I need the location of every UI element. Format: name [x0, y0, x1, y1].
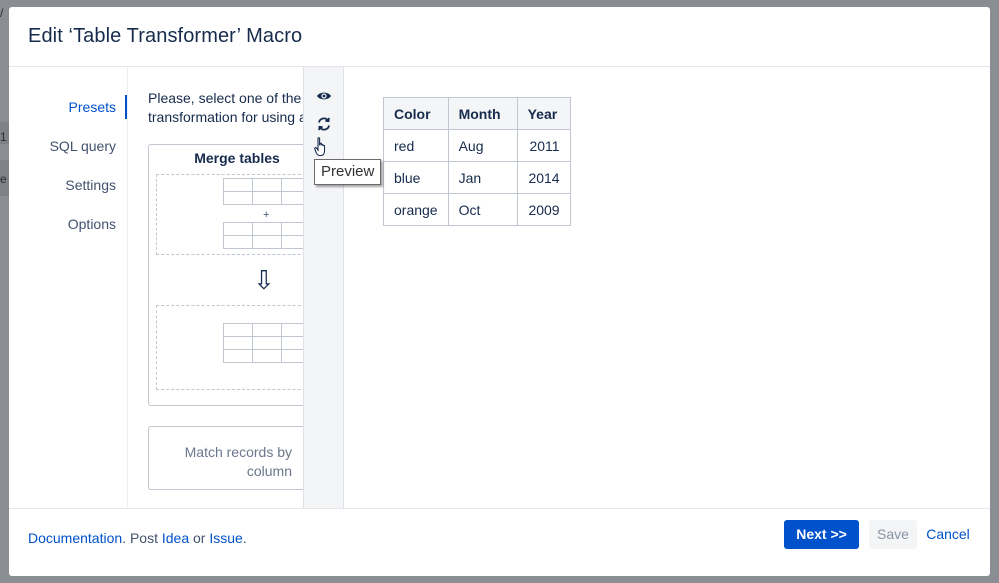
presets-intro: Please, select one of the p transformati…: [148, 89, 303, 127]
presets-intro-line: Please, select one of the p: [148, 90, 303, 106]
period-text: .: [242, 530, 247, 546]
presets-intro-line: transformation for using a: [148, 109, 303, 125]
merge-tables-preset-card[interactable]: Merge tables + ⇩: [148, 144, 303, 406]
preview-table: Color Month Year red Aug 2011 blue Jan 2…: [383, 97, 571, 226]
preview-area: Color Month Year red Aug 2011 blue Jan 2…: [344, 67, 990, 508]
cancel-button[interactable]: Cancel: [923, 520, 973, 549]
post-text: Post: [129, 530, 158, 546]
column-header: Color: [383, 97, 449, 130]
dialog-title: Edit ‘Table Transformer’ Macro: [28, 25, 303, 47]
plus-sign: +: [263, 209, 270, 221]
table-cell: Oct: [447, 193, 518, 226]
table-row: red Aug 2011: [383, 129, 571, 162]
save-button[interactable]: Save: [869, 520, 917, 549]
merge-inputs-box: +: [156, 174, 303, 255]
merge-tables-title: Merge tables: [194, 150, 280, 166]
match-records-line: column: [246, 463, 292, 479]
footer-links: Documentation. Post Idea or Issue.: [28, 530, 247, 546]
table-cell: orange: [383, 193, 449, 226]
table-cell: 2011: [516, 129, 571, 162]
table-cell: blue: [383, 161, 449, 194]
nav-item-settings[interactable]: Settings: [9, 173, 127, 197]
merge-result-box: [156, 305, 303, 390]
table-cell: red: [383, 129, 449, 162]
preview-tooltip: Preview: [314, 159, 382, 185]
dialog-body: Presets SQL query Settings Options Pleas…: [9, 67, 990, 508]
documentation-link[interactable]: Documentation: [28, 530, 122, 546]
issue-link[interactable]: Issue: [209, 530, 242, 546]
preview-toolbar: [303, 67, 344, 508]
result-table-icon: [223, 323, 303, 363]
match-records-line: Match records by: [184, 444, 292, 460]
match-records-label: Match records by column: [149, 443, 292, 481]
column-header: Month: [447, 97, 518, 130]
match-records-preset-card[interactable]: Match records by column: [148, 426, 303, 490]
backdrop-char: 1: [0, 130, 7, 144]
macro-edit-dialog: Edit ‘Table Transformer’ Macro Presets S…: [9, 7, 990, 576]
nav-item-sql-query[interactable]: SQL query: [9, 134, 127, 158]
nav-item-options[interactable]: Options: [9, 212, 127, 236]
backdrop-char: e: [0, 172, 7, 186]
side-nav: Presets SQL query Settings Options: [9, 67, 127, 508]
table-cell: 2014: [516, 161, 571, 194]
period-text: .: [122, 530, 127, 546]
dialog-header: Edit ‘Table Transformer’ Macro: [9, 7, 990, 67]
idea-link[interactable]: Idea: [162, 530, 189, 546]
table-cell: Jan: [447, 161, 518, 194]
or-text: or: [193, 530, 206, 546]
table-cell: Aug: [447, 129, 518, 162]
table-row: blue Jan 2014: [383, 161, 571, 194]
presets-pane: Please, select one of the p transformati…: [127, 67, 303, 508]
table-row: orange Oct 2009: [383, 193, 571, 226]
next-button[interactable]: Next >>: [784, 520, 859, 549]
eye-icon[interactable]: [315, 87, 333, 105]
arrow-down-icon: ⇩: [253, 265, 275, 295]
backdrop-char: /: [0, 6, 4, 20]
nav-item-presets[interactable]: Presets: [9, 95, 127, 119]
table-header-row: Color Month Year: [383, 97, 571, 130]
input-table-icon: [223, 178, 303, 205]
table-cell: 2009: [516, 193, 571, 226]
dialog-footer: Documentation. Post Idea or Issue. Next …: [9, 508, 990, 576]
column-header: Year: [516, 97, 571, 130]
refresh-icon[interactable]: [315, 115, 333, 133]
input-table-icon: [223, 222, 303, 249]
